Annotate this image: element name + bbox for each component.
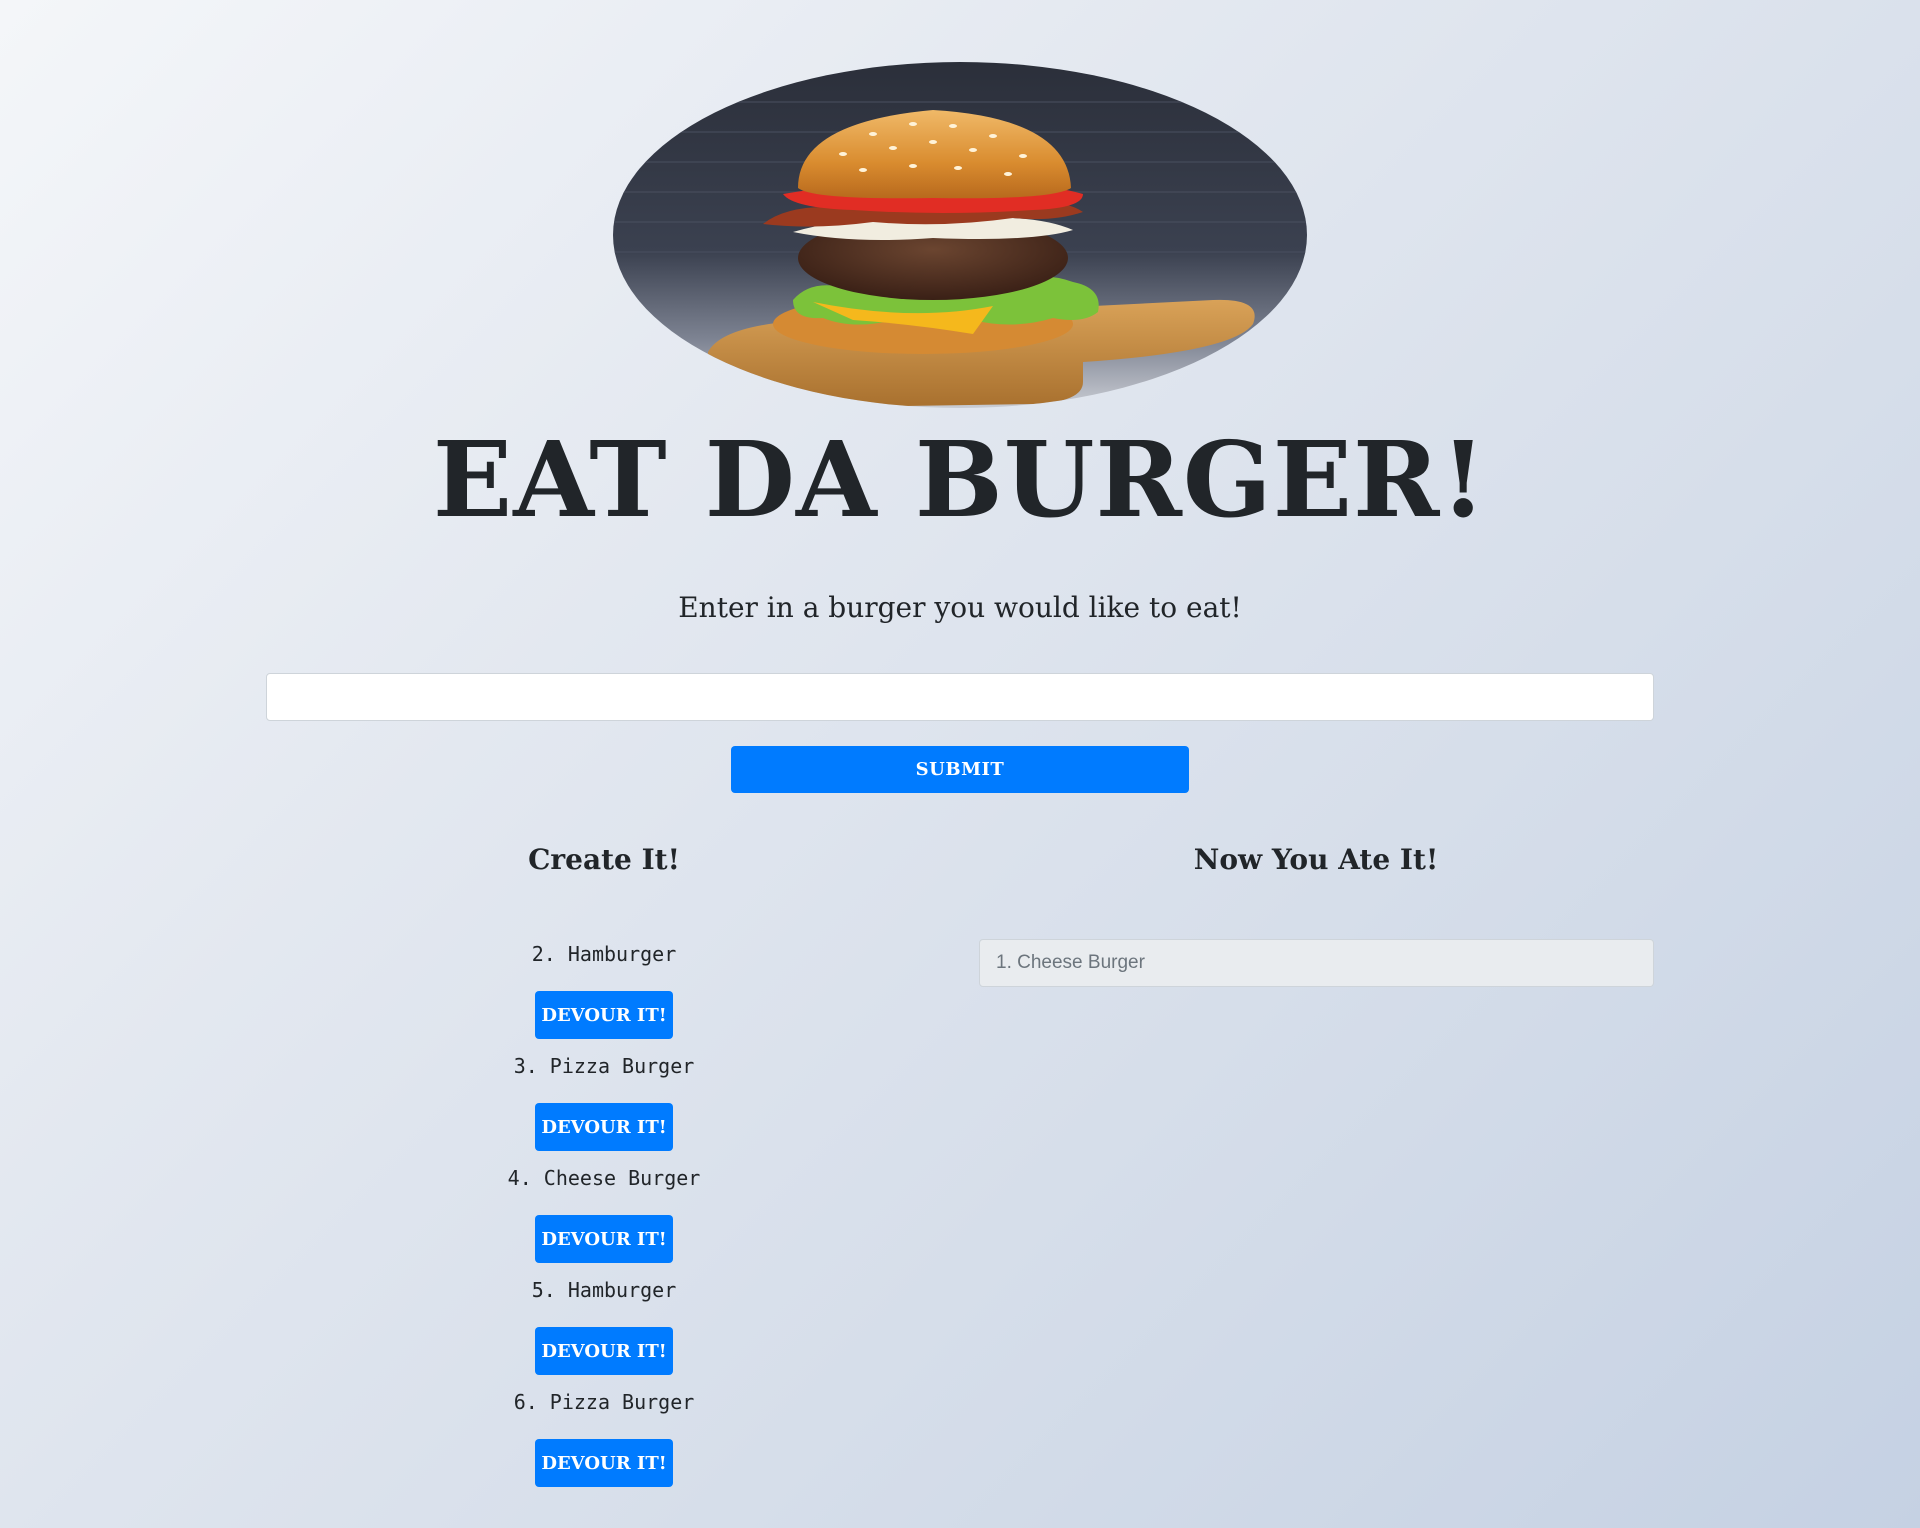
devour-button[interactable]: DEVOUR IT! bbox=[535, 1215, 673, 1263]
devour-button[interactable]: DEVOUR IT! bbox=[535, 1327, 673, 1375]
burger-label: 2. Hamburger bbox=[531, 942, 677, 966]
burger-label: 4. Cheese Burger bbox=[507, 1166, 701, 1190]
list-item: 5. Hamburger DEVOUR IT! bbox=[354, 1270, 854, 1382]
create-column-title: Create It! bbox=[528, 843, 680, 876]
list-item: 3. Pizza Burger DEVOUR IT! bbox=[354, 1046, 854, 1158]
burger-label: 5. Hamburger bbox=[531, 1278, 677, 1302]
devour-button[interactable]: DEVOUR IT! bbox=[535, 991, 673, 1039]
eaten-burger-item: 1. Cheese Burger bbox=[979, 939, 1654, 987]
devour-button[interactable]: DEVOUR IT! bbox=[535, 1103, 673, 1151]
submit-button[interactable]: SUBMIT bbox=[731, 746, 1189, 793]
page-title: EAT DA BURGER! bbox=[432, 418, 1488, 541]
eaten-column-title: Now You Ate It! bbox=[1193, 843, 1439, 876]
page-subtitle: Enter in a burger you would like to eat! bbox=[678, 591, 1242, 624]
list-item: 4. Cheese Burger DEVOUR IT! bbox=[354, 1158, 854, 1270]
create-burger-list: 2. Hamburger DEVOUR IT! 3. Pizza Burger … bbox=[354, 934, 854, 1494]
burger-name-input[interactable] bbox=[266, 673, 1654, 721]
eaten-burger-list: 1. Cheese Burger bbox=[979, 939, 1654, 995]
burger-image-drawing bbox=[613, 62, 1307, 408]
list-item: 2. Hamburger DEVOUR IT! bbox=[354, 934, 854, 1046]
burger-label: 6. Pizza Burger bbox=[513, 1390, 695, 1414]
devour-button[interactable]: DEVOUR IT! bbox=[535, 1439, 673, 1487]
burger-label: 3. Pizza Burger bbox=[513, 1054, 695, 1078]
list-item: 6. Pizza Burger DEVOUR IT! bbox=[354, 1382, 854, 1494]
burger-hero-image bbox=[613, 62, 1307, 408]
